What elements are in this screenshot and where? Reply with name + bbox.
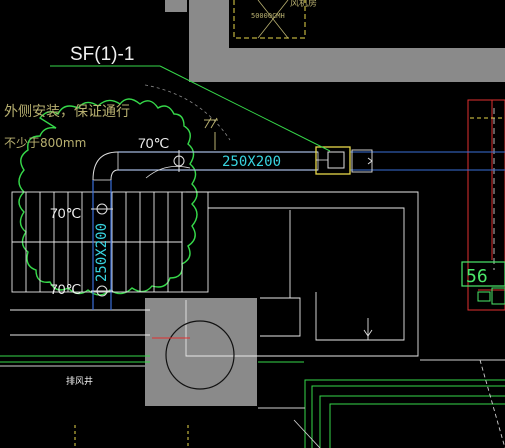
temp-label-damper-lower: 70℃ (50, 281, 81, 297)
fire-damper-upper (91, 203, 113, 215)
shaft-wall-block (145, 298, 257, 406)
cad-drawing: 50000CMH 风机房 排风井 56 SF(1)-1 外侧安装，保证通行 不少… (0, 0, 505, 448)
bottom-label: 排风井 (66, 375, 93, 387)
structural-walls (145, 0, 505, 406)
staircase (11, 191, 209, 293)
install-note-line-1: 外侧安装，保证通行 (4, 104, 130, 120)
temp-label-damper-horizontal: 70℃ (138, 135, 169, 151)
swing-arc (145, 165, 191, 179)
cad-drawing-canvas[interactable]: 50000CMH 风机房 排风井 56 SF(1)-1 外侧安装，保证通行 不少… (0, 0, 505, 448)
top-room-label: 风机房 (290, 0, 317, 9)
install-note-line-2: 不少于800mm (4, 136, 86, 150)
temp-label-damper-upper: 70℃ (50, 205, 81, 221)
door-swing (144, 84, 231, 141)
dimension-ticks (204, 117, 218, 150)
fire-damper-horizontal (173, 150, 185, 172)
room-tag: 56 (461, 261, 505, 287)
room-tag-text: 56 (466, 266, 488, 287)
fan-unit-symbol[interactable] (315, 146, 351, 175)
equipment-tag[interactable]: SF(1)-1 (70, 44, 134, 65)
duct-size-vertical: 250X200 (94, 223, 110, 282)
top-room-outline: 50000CMH 风机房 (233, 0, 317, 39)
top-small-label: 50000CMH (251, 12, 285, 20)
duct-size-horizontal: 250X200 (222, 154, 281, 170)
